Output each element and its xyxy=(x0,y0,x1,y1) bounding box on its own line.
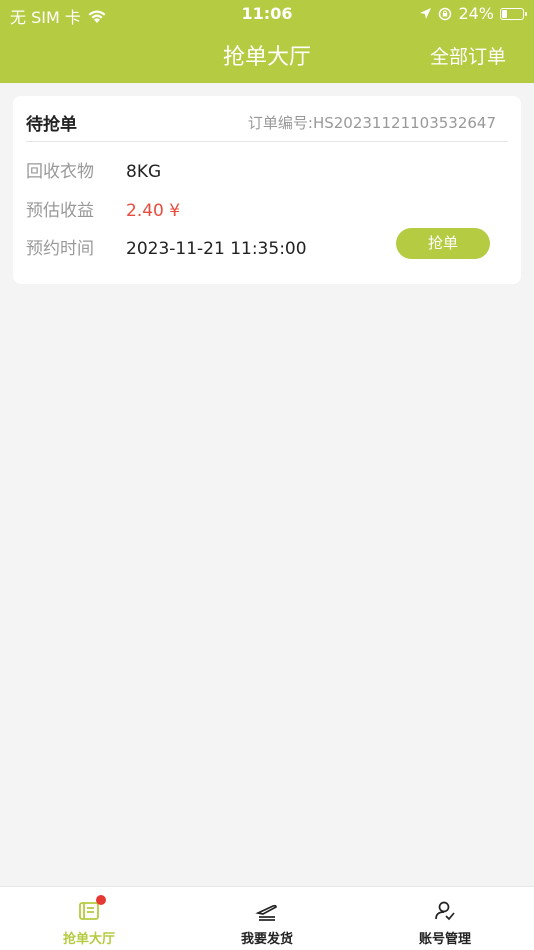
row-income: 预估收益 2.40 ¥ xyxy=(26,196,180,221)
tab-ship[interactable]: 我要发货 xyxy=(207,887,327,950)
estimated-income: 2.40 ¥ xyxy=(126,201,181,221)
notification-badge xyxy=(96,895,106,905)
order-number: 订单编号:HS20231121103532647 xyxy=(247,114,496,132)
order-card: 待抢单 订单编号:HS20231121103532647 回收衣物 8KG 预估收… xyxy=(13,96,521,284)
order-card-header: 待抢单 订单编号:HS20231121103532647 xyxy=(26,96,508,142)
account-icon xyxy=(435,901,455,921)
status-right: 24% xyxy=(419,4,527,23)
header: 无 SIM 卡 11:06 24% 抢单大厅 全部订单 xyxy=(0,0,534,83)
row-label: 预约时间 xyxy=(26,239,94,259)
status-bar: 无 SIM 卡 11:06 24% xyxy=(0,0,534,28)
row-clothes: 回收衣物 8KG xyxy=(26,157,161,182)
row-value: 8KG xyxy=(126,162,162,182)
row-label: 回收衣物 xyxy=(26,162,94,182)
tab-bar: 抢单大厅 我要发货 账号管理 xyxy=(0,886,534,950)
location-icon xyxy=(420,8,432,19)
order-status: 待抢单 xyxy=(26,115,77,135)
row-appointment: 预约时间 2023-11-21 11:35:00 xyxy=(26,234,307,259)
tab-label: 我要发货 xyxy=(240,932,293,947)
battery-percent: 24% xyxy=(458,4,494,23)
row-label: 预估收益 xyxy=(26,201,94,221)
battery-icon xyxy=(500,7,527,20)
tab-label: 抢单大厅 xyxy=(62,932,115,947)
tab-account[interactable]: 账号管理 xyxy=(385,887,505,950)
rotation-lock-icon xyxy=(439,7,452,20)
appointment-time: 2023-11-21 11:35:00 xyxy=(126,239,307,259)
grab-order-button[interactable]: 抢单 xyxy=(396,228,490,259)
battery-level xyxy=(502,9,507,18)
ship-icon xyxy=(255,904,277,921)
tab-order-hall[interactable]: 抢单大厅 xyxy=(29,887,149,950)
all-orders-button[interactable]: 全部订单 xyxy=(430,42,506,69)
tab-label: 账号管理 xyxy=(418,932,471,947)
